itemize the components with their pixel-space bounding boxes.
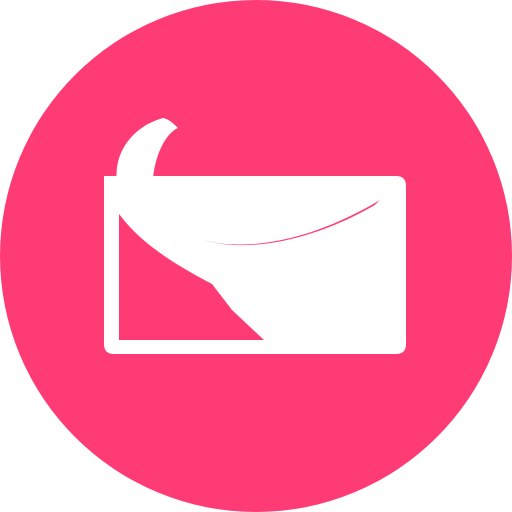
mail-app-icon <box>0 0 512 512</box>
mail-envelope-icon <box>0 0 512 512</box>
